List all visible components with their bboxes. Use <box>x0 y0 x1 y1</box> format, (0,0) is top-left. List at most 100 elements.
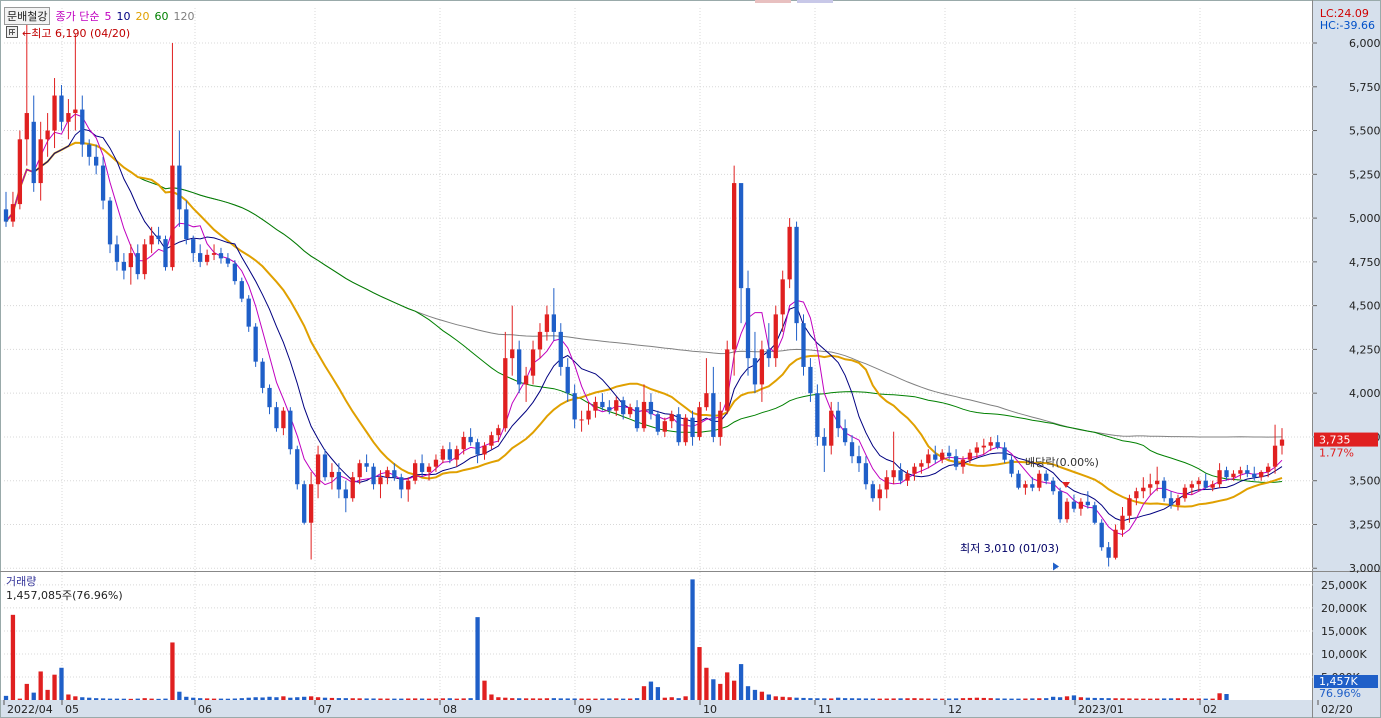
volume-bar <box>121 698 127 700</box>
high-price-note: ←최고 6,190 (04/20) <box>22 27 131 40</box>
candle-body <box>232 263 237 282</box>
candle-body <box>191 239 196 254</box>
date-axis-label: 02/20 <box>1321 703 1353 716</box>
candle-body <box>198 253 203 262</box>
candle-body <box>572 393 577 420</box>
candle-body <box>1252 473 1257 478</box>
volume-bar <box>801 697 806 700</box>
candle-body <box>780 279 785 315</box>
candle-body <box>31 121 36 184</box>
volume-bar <box>877 698 882 700</box>
date-axis-label: 10 <box>703 703 717 716</box>
candle-body <box>849 442 855 457</box>
date-axis-label: 06 <box>198 703 212 716</box>
price-tick-label: 5,250 <box>1349 168 1381 181</box>
volume-bar <box>822 698 827 700</box>
volume-bar <box>1044 698 1049 700</box>
candle-body <box>121 261 127 271</box>
volume-bar <box>336 698 342 700</box>
candle-body <box>329 471 335 478</box>
volume-bar <box>683 696 688 700</box>
candle-body <box>156 235 161 240</box>
volume-bar <box>946 698 952 700</box>
grid-icon[interactable] <box>6 26 18 38</box>
candle-body <box>1189 484 1194 488</box>
candle-body <box>413 463 418 481</box>
stock-chart[interactable]: 3,0003,2503,5003,7504,0004,2504,5004,750… <box>0 0 1381 718</box>
candle-body <box>163 239 168 268</box>
volume-bar <box>1002 698 1007 700</box>
volume-bar <box>995 698 1000 700</box>
candle-body <box>385 470 390 478</box>
volume-bar <box>655 687 661 700</box>
candle-body <box>1009 459 1014 474</box>
volume-bar <box>773 696 778 700</box>
candle-body <box>988 442 993 446</box>
candle-body <box>225 258 231 264</box>
candle-body <box>503 358 508 429</box>
stock-name[interactable]: 문배철강 <box>4 7 51 25</box>
volume-bar <box>87 697 92 700</box>
candle-body <box>239 281 244 299</box>
price-tick-label: 4,250 <box>1349 343 1381 356</box>
volume-bar <box>80 697 85 700</box>
ma-period-5[interactable]: 5 <box>104 10 111 23</box>
dividend-note: 배당락(0.00%) <box>1025 456 1099 469</box>
volume-bar <box>1155 698 1160 700</box>
candle-body <box>912 466 917 474</box>
candle-body <box>586 410 591 420</box>
candle-body <box>856 456 862 464</box>
volume-bar <box>662 697 667 700</box>
volume-bar <box>933 698 938 700</box>
date-axis-label: 11 <box>818 703 832 716</box>
candle-body <box>773 314 778 359</box>
candle-body <box>815 393 820 437</box>
volume-bar <box>1009 698 1014 700</box>
volume-bar <box>1210 698 1215 700</box>
volume-bar <box>953 698 959 700</box>
volume-bar <box>1168 698 1174 700</box>
volume-bar <box>253 697 258 700</box>
volume-bar <box>787 697 792 700</box>
volume-bar <box>572 698 577 700</box>
volume-bar <box>371 698 376 700</box>
date-axis-label: 08 <box>443 703 457 716</box>
volume-bar <box>856 698 862 700</box>
candle-body <box>343 489 348 499</box>
candle-body <box>704 393 709 408</box>
volume-bar <box>66 694 71 700</box>
candle-body <box>787 226 792 280</box>
candle-body <box>426 466 432 472</box>
volume-bar <box>863 698 869 700</box>
candle-body <box>926 454 931 464</box>
candle-body <box>697 407 702 437</box>
candle-body <box>378 477 383 485</box>
candle-body <box>1155 480 1160 485</box>
volume-bar <box>308 696 314 700</box>
candle-body <box>711 393 716 437</box>
candle-body <box>10 204 16 222</box>
volume-bar <box>960 698 966 700</box>
volume-bar <box>1217 693 1222 700</box>
volume-bar <box>38 671 43 700</box>
candle-body <box>295 449 300 485</box>
volume-bar <box>211 698 217 700</box>
price-tick-label: 6,000 <box>1349 37 1381 50</box>
ma-period-20[interactable]: 20 <box>135 10 149 23</box>
volume-bar <box>433 698 439 700</box>
ma-period-120[interactable]: 120 <box>173 10 194 23</box>
candle-body <box>274 407 279 429</box>
candle-body <box>565 366 570 394</box>
candle-body <box>579 419 584 421</box>
ma-period-60[interactable]: 60 <box>154 10 168 23</box>
volume-bar <box>919 698 924 700</box>
volume-bar <box>10 614 16 700</box>
volume-bar <box>503 697 508 700</box>
candle-body <box>1238 470 1243 474</box>
candle-body <box>544 314 550 332</box>
candle-body <box>399 477 404 490</box>
volume-bar <box>52 674 57 700</box>
volume-bar <box>621 698 626 700</box>
candle-body <box>1085 501 1090 506</box>
ma-period-10[interactable]: 10 <box>116 10 130 23</box>
